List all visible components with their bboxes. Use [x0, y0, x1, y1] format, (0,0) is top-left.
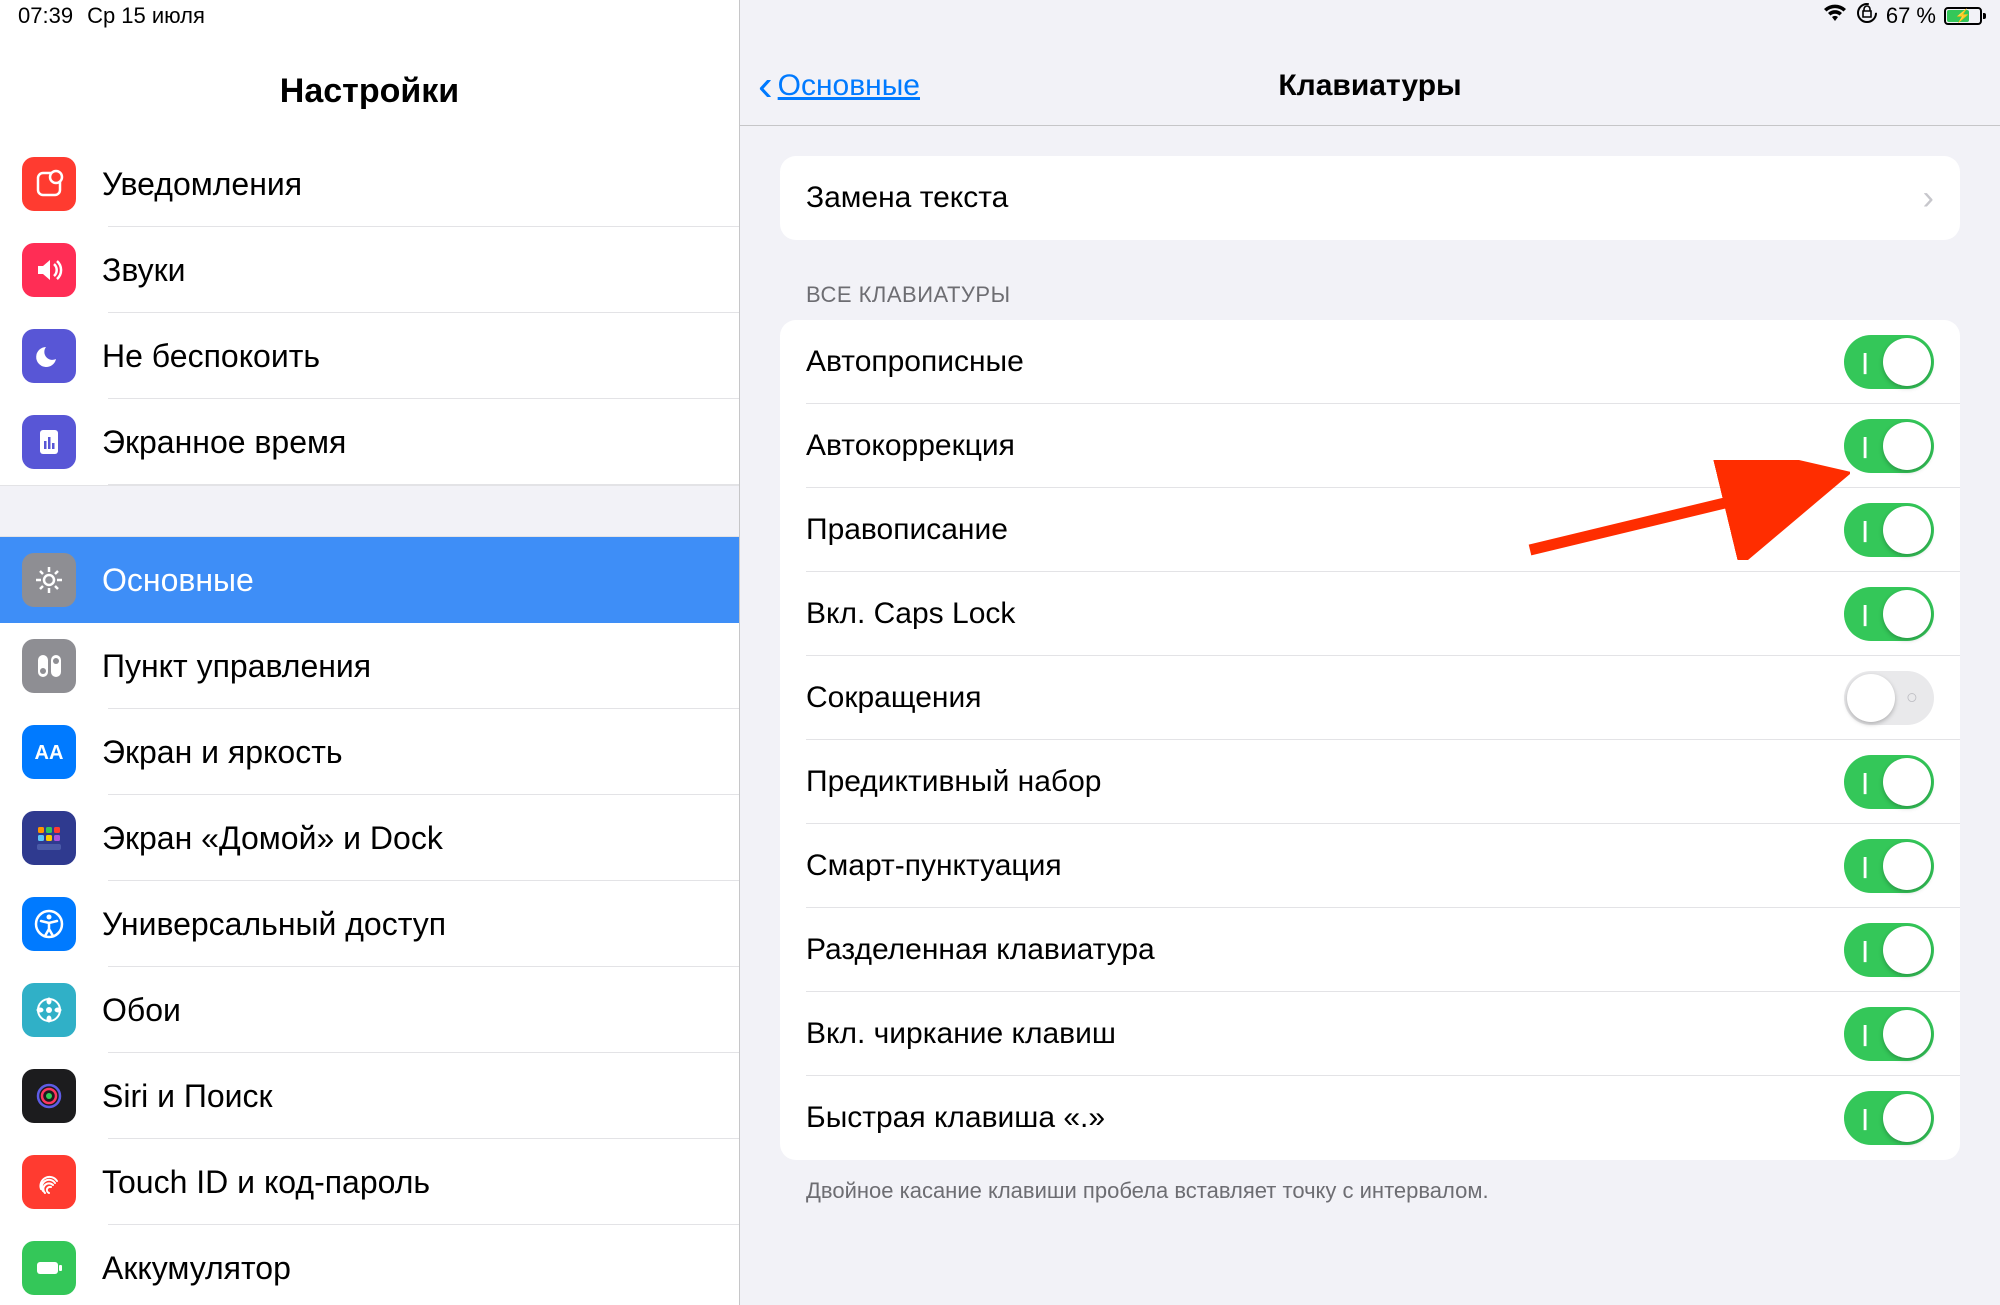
sidebar-item-label: Универсальный доступ: [102, 906, 446, 943]
toggle-cell-predictive: Предиктивный набор: [780, 740, 1960, 824]
sounds-icon: [22, 243, 76, 297]
toggle-label-keyflicks: Вкл. чиркание клавиш: [806, 1017, 1116, 1051]
toggle-cell-smartpunct: Смарт-пунктуация: [780, 824, 1960, 908]
chevron-left-icon: ‹: [758, 64, 773, 108]
wifi-icon: [1822, 3, 1848, 29]
sidebar-item-dnd[interactable]: Не беспокоить: [0, 313, 739, 399]
siri-icon: [22, 1069, 76, 1123]
sidebar-item-wallpaper[interactable]: Обои: [0, 967, 739, 1053]
sidebar-item-accessibility[interactable]: Универсальный доступ: [0, 881, 739, 967]
sidebar-item-label: Аккумулятор: [102, 1250, 291, 1287]
toggle-label-autocaps: Автопрописные: [806, 345, 1024, 379]
toggle-label-predictive: Предиктивный набор: [806, 765, 1101, 799]
sidebar-item-sounds[interactable]: Звуки: [0, 227, 739, 313]
sidebar-item-home[interactable]: Экран «Домой» и Dock: [0, 795, 739, 881]
sidebar-item-label: Обои: [102, 992, 181, 1029]
settings-sidebar: Настройки Уведомления Звуки Не беспокоить Э…: [0, 0, 740, 1305]
touchid-icon: [22, 1155, 76, 1209]
screentime-icon: [22, 415, 76, 469]
toggle-label-spelling: Правописание: [806, 513, 1008, 547]
toggle-label-smartpunct: Смарт-пунктуация: [806, 849, 1062, 883]
toggle-label-dotshortcut: Быстрая клавиша «.»: [806, 1101, 1105, 1135]
sidebar-item-screentime[interactable]: Экранное время: [0, 399, 739, 485]
sidebar-item-label: Экран и яркость: [102, 734, 343, 771]
control-center-icon: [22, 639, 76, 693]
toggle-label-split: Разделенная клавиатура: [806, 933, 1155, 967]
sidebar-item-label: Основные: [102, 562, 254, 599]
detail-title: Клавиатуры: [1278, 69, 1461, 103]
dnd-icon: [22, 329, 76, 383]
detail-pane: ‹ Основные Клавиатуры Замена текста › ВС…: [740, 0, 2000, 1305]
toggle-switch-shortcuts[interactable]: [1844, 671, 1934, 725]
toggle-cell-capslock: Вкл. Caps Lock: [780, 572, 1960, 656]
accessibility-icon: [22, 897, 76, 951]
svg-text:AA: AA: [35, 742, 64, 764]
sidebar-item-notifications[interactable]: Уведомления: [0, 141, 739, 227]
sidebar-item-label: Звуки: [102, 252, 186, 289]
toggle-label-shortcuts: Сокращения: [806, 681, 981, 715]
battery-percent: 67 %: [1886, 3, 1936, 29]
sidebar-item-general[interactable]: Основные: [0, 537, 739, 623]
sidebar-item-label: Экран «Домой» и Dock: [102, 820, 443, 857]
status-bar: 07:39 Ср 15 июля 67 % ⚡: [0, 0, 2000, 32]
toggle-switch-capslock[interactable]: [1844, 587, 1934, 641]
chevron-right-icon: ›: [1923, 179, 1934, 218]
text-replacement-group: Замена текста ›: [780, 156, 1960, 240]
toggle-switch-split[interactable]: [1844, 923, 1934, 977]
toggle-cell-spelling: Правописание: [780, 488, 1960, 572]
toggle-label-autocorrect: Автокоррекция: [806, 429, 1015, 463]
general-icon: [22, 553, 76, 607]
sidebar-gap: [0, 485, 739, 537]
toggle-cell-dotshortcut: Быстрая клавиша «.»: [780, 1076, 1960, 1160]
sidebar-item-label: Экранное время: [102, 424, 346, 461]
sidebar-title: Настройки: [0, 46, 739, 141]
toggle-cell-keyflicks: Вкл. чиркание клавиш: [780, 992, 1960, 1076]
sidebar-item-touchid[interactable]: Touch ID и код-пароль: [0, 1139, 739, 1225]
toggles-group: Автопрописные Автокоррекция Правописание Вк…: [780, 320, 1960, 1160]
display-icon: AA: [22, 725, 76, 779]
toggle-switch-dotshortcut[interactable]: [1844, 1091, 1934, 1145]
toggle-switch-autocorrect[interactable]: [1844, 419, 1934, 473]
sidebar-item-siri[interactable]: Siri и Поиск: [0, 1053, 739, 1139]
sidebar-item-label: Touch ID и код-пароль: [102, 1164, 430, 1201]
battery-icon: [22, 1241, 76, 1295]
toggle-label-capslock: Вкл. Caps Lock: [806, 597, 1015, 631]
text-replacement-label: Замена текста: [806, 181, 1008, 215]
detail-header: ‹ Основные Клавиатуры: [740, 46, 2000, 126]
wallpaper-icon: [22, 983, 76, 1037]
sidebar-item-label: Уведомления: [102, 166, 302, 203]
toggle-cell-shortcuts: Сокращения: [780, 656, 1960, 740]
sidebar-item-label: Пункт управления: [102, 648, 371, 685]
sidebar-item-display[interactable]: AA Экран и яркость: [0, 709, 739, 795]
back-label: Основные: [778, 69, 920, 103]
sidebar-item-battery[interactable]: Аккумулятор: [0, 1225, 739, 1305]
toggle-switch-smartpunct[interactable]: [1844, 839, 1934, 893]
toggle-switch-autocaps[interactable]: [1844, 335, 1934, 389]
footer-note: Двойное касание клавиши пробела вставляе…: [780, 1160, 1960, 1204]
orientation-lock-icon: [1856, 2, 1878, 30]
toggle-switch-keyflicks[interactable]: [1844, 1007, 1934, 1061]
sidebar-item-label: Siri и Поиск: [102, 1078, 273, 1115]
sidebar-item-label: Не беспокоить: [102, 338, 320, 375]
sidebar-item-control-center[interactable]: Пункт управления: [0, 623, 739, 709]
toggle-cell-autocaps: Автопрописные: [780, 320, 1960, 404]
status-time: 07:39: [18, 3, 73, 29]
toggle-switch-spelling[interactable]: [1844, 503, 1934, 557]
toggle-cell-autocorrect: Автокоррекция: [780, 404, 1960, 488]
toggle-switch-predictive[interactable]: [1844, 755, 1934, 809]
notifications-icon: [22, 157, 76, 211]
screen: 07:39 Ср 15 июля 67 % ⚡ Настройки Уведом…: [0, 0, 2000, 1305]
section-header: ВСЕ КЛАВИАТУРЫ: [780, 240, 1960, 320]
toggle-cell-split: Разделенная клавиатура: [780, 908, 1960, 992]
text-replacement-cell[interactable]: Замена текста ›: [780, 156, 1960, 240]
status-date: Ср 15 июля: [87, 3, 205, 29]
back-button[interactable]: ‹ Основные: [740, 64, 920, 108]
home-icon: [22, 811, 76, 865]
sidebar-list[interactable]: Уведомления Звуки Не беспокоить Экранное вр…: [0, 141, 739, 1305]
battery-icon: ⚡: [1944, 7, 1982, 25]
